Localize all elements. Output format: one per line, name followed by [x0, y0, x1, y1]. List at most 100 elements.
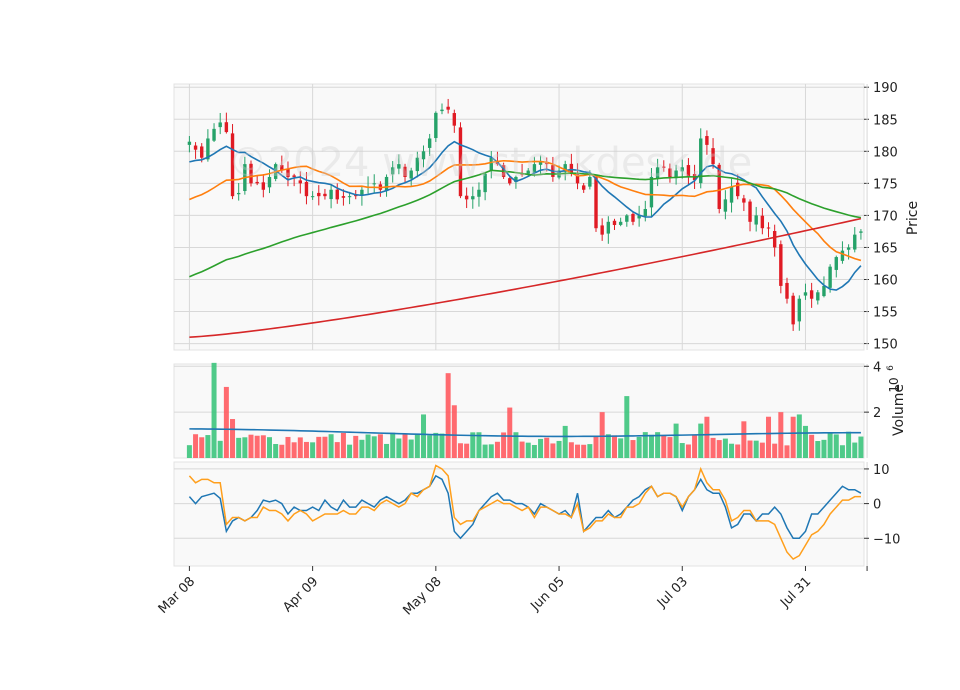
volume-bar	[846, 431, 852, 458]
volume-bar	[772, 443, 778, 458]
candle-body	[434, 112, 438, 139]
volume-bar	[242, 437, 248, 458]
price-tick-label: 165	[873, 241, 898, 256]
volume-bar	[408, 439, 414, 458]
candle-body	[643, 208, 647, 217]
stock-chart: 150155160165170175180185190Price 24Volum…	[156, 81, 921, 618]
volume-bar	[568, 442, 574, 458]
volume-bar	[266, 437, 272, 458]
candle-body	[323, 193, 327, 197]
volume-bar	[205, 435, 211, 458]
volume-bar	[593, 436, 599, 458]
volume-bar	[451, 405, 457, 458]
price-tick-label: 155	[873, 306, 898, 321]
candle-body	[618, 221, 623, 225]
volume-bar	[778, 412, 784, 458]
volume-bar	[507, 407, 513, 458]
volume-bar	[796, 414, 802, 458]
volume-unit-label: 10	[887, 377, 901, 392]
candle-body	[452, 113, 457, 126]
candle-body	[797, 298, 802, 322]
price-tick-label: 160	[873, 273, 898, 288]
candle-body	[742, 198, 746, 203]
volume-bar	[716, 440, 722, 458]
volume-bar	[457, 443, 463, 458]
candle-body	[200, 146, 204, 158]
candle-body	[631, 213, 635, 222]
candle-body	[193, 145, 198, 150]
volume-bar	[223, 386, 229, 458]
candle-body	[809, 290, 814, 299]
price-plot-area	[173, 83, 865, 351]
volume-bar	[359, 439, 365, 458]
watermark: ©2024 www.stockdesk.de	[228, 140, 753, 186]
oscillator-tick-label: −10	[873, 532, 900, 547]
volume-bar	[445, 373, 451, 458]
price-axis-label: Price	[905, 201, 921, 235]
volume-bar	[377, 434, 383, 458]
volume-bar	[390, 432, 396, 458]
volume-bar	[852, 442, 858, 458]
volume-bar	[550, 443, 556, 458]
volume-bar	[766, 416, 772, 458]
candle-body	[446, 106, 450, 110]
volume-bar	[587, 444, 593, 458]
candle-body	[471, 196, 475, 200]
volume-bar	[396, 438, 402, 458]
x-tick-label: Jul 03	[654, 574, 691, 611]
oscillator-tick-label: 10	[873, 463, 890, 478]
candle-body	[329, 189, 333, 200]
candle-body	[317, 192, 321, 197]
volume-bar	[821, 439, 827, 458]
price-tick-label: 180	[873, 145, 898, 160]
candle-body	[766, 227, 771, 229]
volume-bar	[753, 440, 759, 458]
candle-body	[846, 247, 851, 250]
volume-bar	[365, 434, 371, 458]
volume-bar	[421, 414, 427, 458]
volume-bar	[402, 434, 408, 458]
candle-body	[853, 234, 857, 250]
volume-bar	[692, 435, 698, 458]
volume-bar	[217, 440, 223, 458]
volume-bar	[494, 441, 500, 458]
volume-bar	[285, 436, 291, 458]
candle-body	[606, 221, 611, 234]
candle-body	[772, 231, 777, 248]
volume-bar	[193, 434, 199, 458]
volume-bar	[704, 416, 710, 458]
x-tick-label: Jul 31	[777, 574, 814, 611]
volume-bar	[790, 416, 796, 458]
x-tick-label: Jun 05	[528, 574, 568, 614]
candle-body	[859, 231, 863, 233]
volume-tick-label: 2	[873, 406, 881, 421]
volume-bar	[303, 441, 309, 458]
candle-body	[335, 189, 339, 200]
volume-bar	[698, 423, 704, 458]
volume-bar	[833, 434, 839, 458]
volume-bar	[741, 421, 747, 458]
volume-bar	[858, 436, 864, 458]
volume-bar	[186, 445, 192, 458]
candle-body	[625, 215, 629, 222]
volume-bar	[248, 434, 254, 458]
volume-bar	[464, 443, 470, 458]
candle-body	[464, 195, 469, 200]
candle-body	[581, 185, 586, 190]
volume-bar	[322, 436, 328, 458]
volume-bar	[809, 434, 815, 458]
volume-bar	[488, 444, 494, 458]
candle-body	[828, 266, 832, 288]
volume-bar	[735, 444, 741, 458]
volume-bar	[260, 435, 266, 458]
volume-bar	[211, 362, 217, 458]
volume-bar	[414, 433, 420, 458]
candle-body	[791, 295, 795, 325]
volume-bar	[538, 438, 544, 458]
volume-unit-exponent: 6	[886, 365, 896, 371]
volume-bar	[236, 437, 242, 458]
volume-bar	[611, 435, 617, 458]
volume-bar	[624, 396, 630, 458]
volume-bar	[340, 432, 346, 458]
volume-bar	[636, 436, 642, 458]
